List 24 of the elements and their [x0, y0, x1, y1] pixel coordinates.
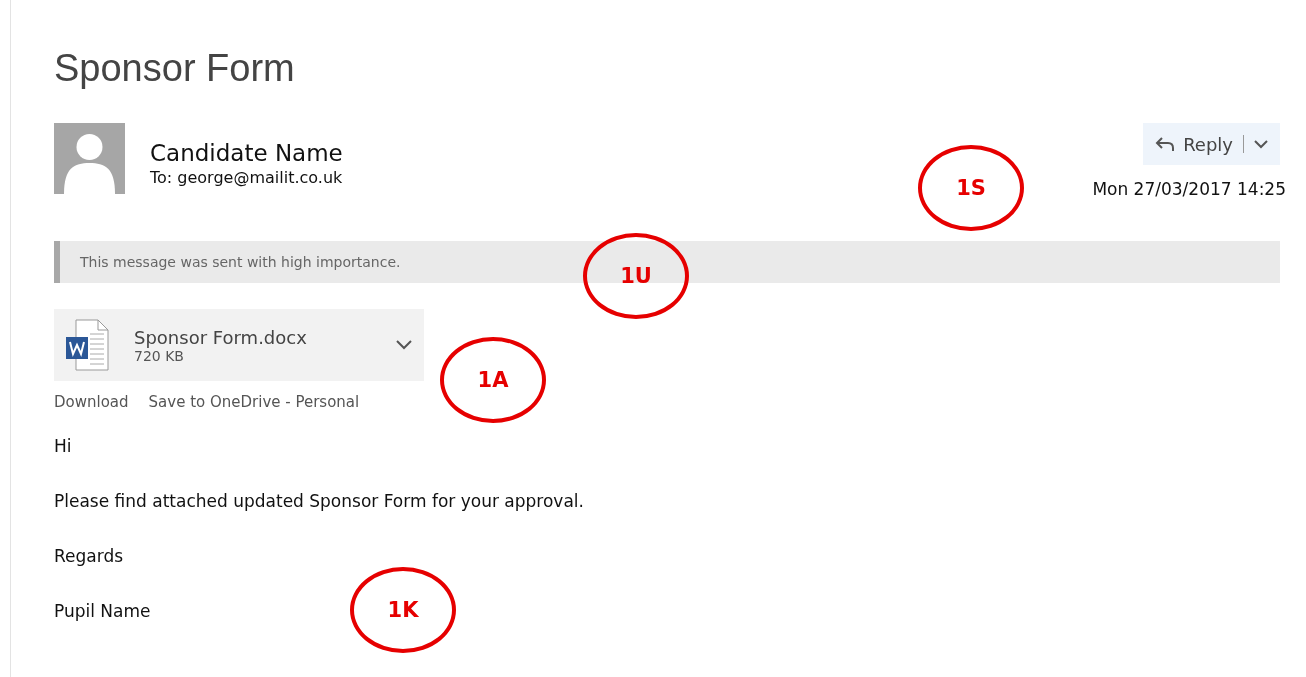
email-subject: Sponsor Form	[54, 46, 296, 91]
annotation-callout: 1S	[918, 145, 1024, 231]
annotation-callout: 1K	[350, 567, 456, 653]
attachment-card[interactable]: Sponsor Form.docx 720 KB	[54, 309, 424, 381]
message-paragraph: Hi	[54, 435, 72, 457]
message-paragraph: Pupil Name	[54, 600, 151, 622]
importance-text: This message was sent with high importance.	[80, 254, 401, 270]
word-document-icon	[64, 318, 112, 372]
chevron-down-icon[interactable]	[396, 340, 412, 350]
reply-icon	[1155, 136, 1176, 152]
attachment-action-link[interactable]: Save to OneDrive - Personal	[148, 393, 360, 411]
caret-icon	[1254, 139, 1268, 149]
avatar-icon	[54, 123, 125, 194]
attachment-size: 720 KB	[134, 347, 184, 364]
reply-button[interactable]: Reply	[1143, 123, 1280, 165]
annotation-callout: 1A	[440, 337, 546, 423]
message-paragraph: Please find attached updated Sponsor Form for your approval.	[54, 490, 584, 512]
annotation-callout: 1U	[583, 233, 689, 319]
attachment-action-link[interactable]: Download	[54, 393, 129, 411]
sender-name: Candidate Name	[150, 139, 343, 167]
message-paragraph: Regards	[54, 545, 124, 567]
sent-date: Mon 27/03/2017 14:25	[1092, 179, 1286, 199]
recipient-address: To: george@mailit.co.uk	[150, 167, 343, 189]
attachment-name: Sponsor Form.docx	[134, 326, 307, 348]
